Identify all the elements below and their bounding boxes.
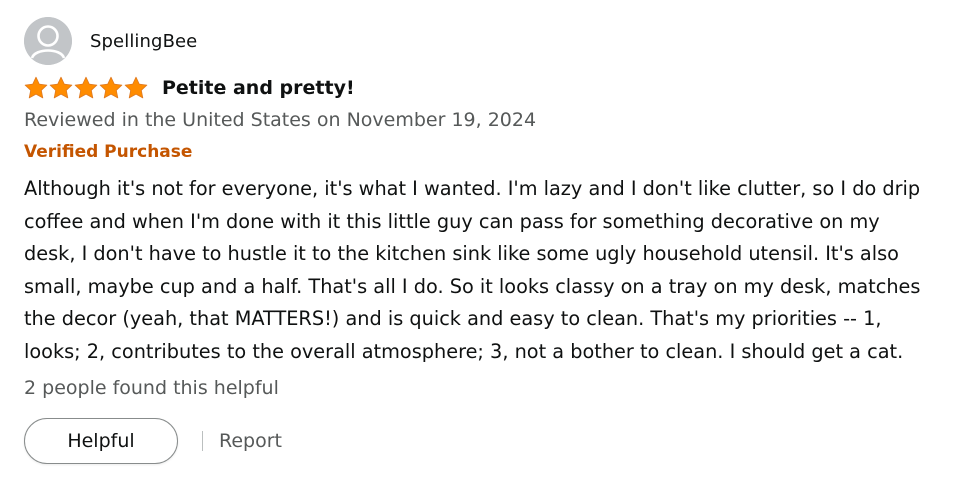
review-body-line: Although it's not for everyone, it's wha… bbox=[24, 177, 921, 200]
review-body-line: coffee and when I'm done with it this li… bbox=[24, 209, 880, 233]
review-body-line: looks; 2, contributes to the overall atm… bbox=[24, 339, 904, 363]
star-icon bbox=[49, 76, 73, 99]
star-icon bbox=[24, 76, 48, 99]
reviewer-name[interactable]: SpellingBee bbox=[90, 31, 197, 52]
verified-purchase-badge: Verified Purchase bbox=[24, 142, 193, 162]
reviewer-profile[interactable]: SpellingBee bbox=[24, 17, 197, 65]
report-link[interactable]: Report bbox=[219, 430, 282, 452]
review-title-row: Petite and pretty! bbox=[24, 76, 355, 100]
review-body-line: desk, I don't have to hustle it to the k… bbox=[24, 242, 899, 265]
divider bbox=[202, 431, 203, 451]
review-body-line: the decor (yeah, that MATTERS!) and is q… bbox=[24, 307, 882, 330]
user-avatar-icon bbox=[24, 17, 72, 65]
helpful-count: 2 people found this helpful bbox=[24, 377, 279, 399]
star-rating[interactable] bbox=[24, 76, 148, 100]
review-title[interactable]: Petite and pretty! bbox=[162, 77, 355, 99]
review-card: SpellingBee Petite and pretty! Reviewed … bbox=[0, 0, 974, 481]
star-icon bbox=[124, 76, 148, 99]
review-actions: Helpful Report bbox=[24, 418, 282, 464]
review-date: Reviewed in the United States on Novembe… bbox=[24, 109, 537, 131]
helpful-button[interactable]: Helpful bbox=[24, 418, 178, 464]
review-body-line: small, maybe cup and a half. That's all … bbox=[24, 274, 921, 298]
star-icon bbox=[74, 76, 98, 99]
star-icon bbox=[99, 76, 123, 99]
review-body: Although it's not for everyone, it's wha… bbox=[24, 173, 944, 368]
